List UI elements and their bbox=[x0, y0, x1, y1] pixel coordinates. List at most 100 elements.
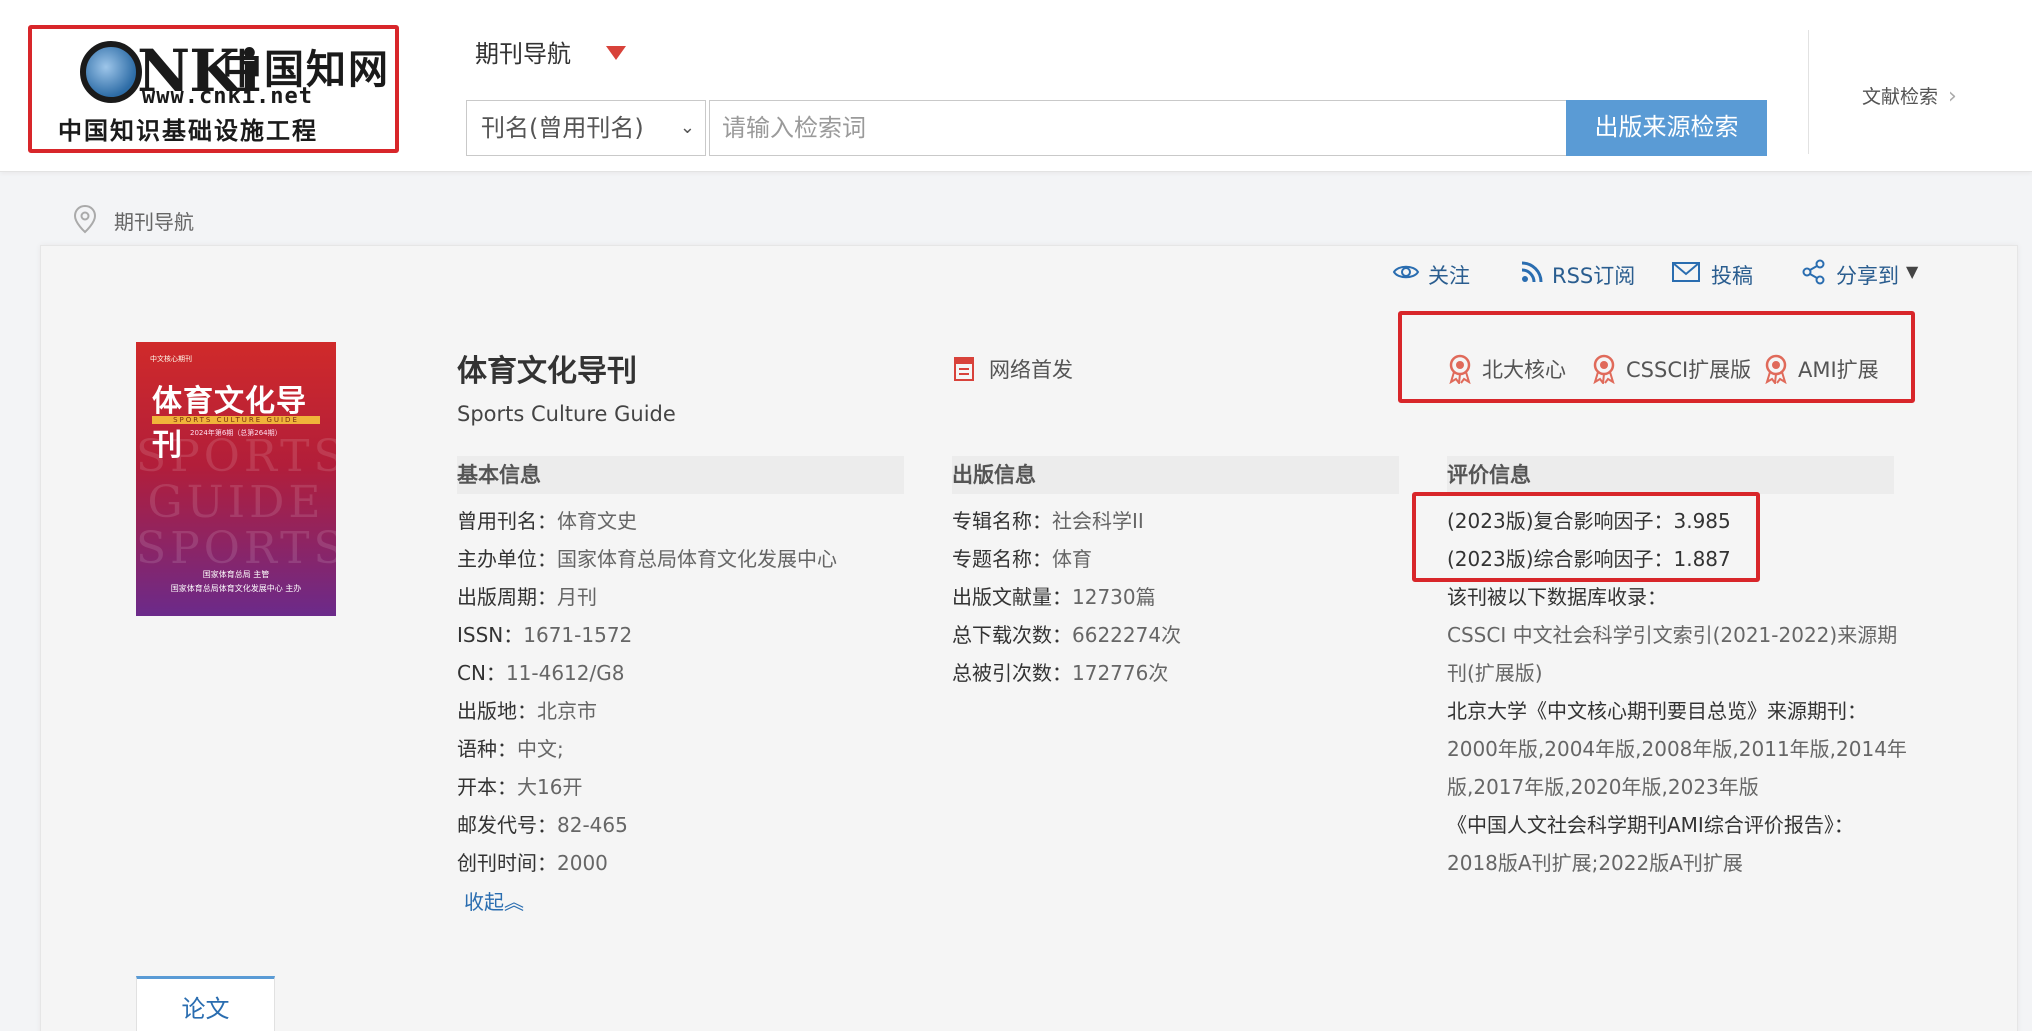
info-row-founded: 创刊时间：2000 bbox=[457, 848, 608, 878]
row-label: 开本： bbox=[457, 775, 517, 799]
follow-button[interactable]: 关注 bbox=[1392, 258, 1502, 288]
cnki-logo[interactable]: CNKi 中国知网 www.cnki.net 中国知识基础设施工程 bbox=[28, 25, 399, 153]
row-value: 82-465 bbox=[557, 813, 628, 837]
badge-label: 北大核心 bbox=[1482, 358, 1566, 382]
cover-top-text: 中文核心期刊 bbox=[150, 355, 192, 363]
row-value: 北京市 bbox=[537, 699, 597, 723]
cover-watermark-line: GUIDE bbox=[147, 477, 325, 528]
row-value: 6622274次 bbox=[1072, 623, 1182, 647]
cover-watermark-line: SPORTS bbox=[136, 523, 336, 574]
cover-watermark-text: SPORTS GUIDE SPORTS bbox=[136, 434, 336, 572]
location-pin-icon bbox=[73, 204, 97, 234]
rss-subscribe-button[interactable]: RSS订阅 bbox=[1518, 258, 1638, 288]
literature-search-label: 文献检索 bbox=[1862, 86, 1939, 108]
literature-search-link[interactable]: 文献检索 › bbox=[1862, 82, 1957, 109]
info-row-frequency: 出版周期：月刊 bbox=[457, 582, 597, 612]
share-label: 分享到 bbox=[1836, 264, 1899, 288]
publish-info-heading: 出版信息 bbox=[952, 456, 1399, 494]
indexed-db-line: 2000年版,2004年版,2008年版,2011年版,2014年 bbox=[1447, 737, 1907, 761]
info-row-issn: ISSN：1671-1572 bbox=[457, 620, 632, 650]
row-value: 大16开 bbox=[517, 775, 583, 799]
cover-watermark-line: SPORTS bbox=[136, 431, 336, 482]
follow-label: 关注 bbox=[1428, 264, 1470, 288]
journal-nav-title[interactable]: 期刊导航 bbox=[475, 34, 571, 69]
source-search-button[interactable]: 出版来源检索 bbox=[1566, 100, 1767, 156]
badge-label: CSSCI扩展版 bbox=[1626, 358, 1752, 382]
indexed-db-label: 该刊被以下数据库收录： bbox=[1447, 585, 1667, 609]
row-label: 专题名称： bbox=[952, 547, 1052, 571]
eye-icon bbox=[1392, 265, 1420, 279]
row-value: 国家体育总局体育文化发展中心 bbox=[557, 547, 837, 571]
row-value: 11-4612/G8 bbox=[505, 661, 625, 685]
cover-footer-line: 国家体育总局 主管 bbox=[202, 570, 270, 579]
submit-label: 投稿 bbox=[1711, 264, 1753, 288]
row-value: 中文; bbox=[517, 737, 564, 761]
info-row-location: 出版地：北京市 bbox=[457, 696, 597, 726]
cover-bar: SPORTS CULTURE GUIDE bbox=[152, 416, 320, 424]
publish-row-article-count: 出版文献量：12730篇 bbox=[952, 582, 1156, 612]
award-icon bbox=[1593, 354, 1615, 384]
award-icon bbox=[1765, 354, 1787, 384]
publish-row-citations: 总被引次数：172776次 bbox=[952, 658, 1168, 688]
badge-label: AMI扩展 bbox=[1798, 358, 1879, 382]
composite-impact-factor: (2023版)复合影响因子：3.985 bbox=[1447, 509, 1731, 533]
row-value: 体育文史 bbox=[557, 509, 637, 533]
breadcrumb-item[interactable]: 期刊导航 bbox=[114, 206, 194, 235]
row-label: 总被引次数： bbox=[952, 661, 1072, 685]
submit-manuscript-button[interactable]: 投稿 bbox=[1671, 258, 1771, 288]
site-header: CNKi 中国知网 www.cnki.net 中国知识基础设施工程 期刊导航 刊… bbox=[0, 0, 2032, 172]
publish-row-series: 专辑名称：社会科学II bbox=[952, 506, 1144, 536]
online-first-label: 网络首发 bbox=[989, 358, 1073, 382]
row-label: 专辑名称： bbox=[952, 509, 1052, 533]
row-value: 体育 bbox=[1052, 547, 1092, 571]
search-field-select[interactable]: 刊名(曾用刊名) ⌄ bbox=[466, 100, 706, 156]
indexed-db-line: CSSCI 中文社会科学引文索引(2021-2022)来源期 bbox=[1447, 623, 1898, 647]
row-label: ISSN： bbox=[457, 623, 524, 647]
journal-cover-image: 中文核心期刊 体育文化导刊 SPORTS CULTURE GUIDE 2024年… bbox=[136, 342, 336, 616]
row-label: 出版文献量： bbox=[952, 585, 1072, 609]
document-icon bbox=[954, 357, 974, 381]
indexed-db-line: 北京大学《中文核心期刊要目总览》来源期刊： bbox=[1447, 699, 1867, 723]
info-row-former-name: 曾用刊名：体育文史 bbox=[457, 506, 637, 536]
info-row-format: 开本：大16开 bbox=[457, 772, 582, 802]
cover-footer: 国家体育总局 主管 国家体育总局体育文化发展中心 主办 bbox=[136, 568, 336, 596]
indexed-db-line: 刊(扩展版) bbox=[1447, 661, 1543, 685]
row-value: 1671-1572 bbox=[523, 623, 633, 647]
award-icon bbox=[1449, 354, 1471, 384]
search-input[interactable] bbox=[709, 100, 1566, 156]
share-icon bbox=[1802, 259, 1825, 285]
row-value: 172776次 bbox=[1072, 661, 1169, 685]
row-label: 总下载次数： bbox=[952, 623, 1072, 647]
collapse-link[interactable]: 收起︽ bbox=[464, 886, 524, 915]
caret-down-icon: ▼ bbox=[1906, 262, 1919, 281]
search-field-select-value: 刊名(曾用刊名) bbox=[481, 114, 644, 142]
row-label: 邮发代号： bbox=[457, 813, 557, 837]
tab-papers[interactable]: 论文 bbox=[136, 976, 275, 1031]
basic-info-heading: 基本信息 bbox=[457, 456, 904, 494]
rss-label: RSS订阅 bbox=[1552, 264, 1636, 288]
rss-icon bbox=[1521, 261, 1543, 283]
comprehensive-impact-factor: (2023版)综合影响因子：1.887 bbox=[1447, 547, 1731, 571]
cover-footer-line: 国家体育总局体育文化发展中心 主办 bbox=[170, 584, 302, 593]
row-label: 语种： bbox=[457, 737, 517, 761]
row-value: 2000 bbox=[557, 851, 608, 875]
row-label: 出版地： bbox=[457, 699, 537, 723]
row-value: 12730篇 bbox=[1072, 585, 1156, 609]
row-label: 曾用刊名： bbox=[457, 509, 557, 533]
publish-row-topic: 专题名称：体育 bbox=[952, 544, 1092, 574]
mail-icon bbox=[1672, 262, 1700, 282]
logo-subtitle: 中国知识基础设施工程 bbox=[58, 117, 318, 145]
journal-english-title: Sports Culture Guide bbox=[457, 402, 676, 426]
indexed-db-line: 2018版A刊扩展;2022版A刊扩展 bbox=[1447, 851, 1743, 875]
chevron-down-icon: ⌄ bbox=[679, 117, 695, 138]
row-label: CN： bbox=[457, 661, 506, 685]
info-row-postal-code: 邮发代号：82-465 bbox=[457, 810, 628, 840]
row-label: 出版周期： bbox=[457, 585, 557, 609]
publish-row-downloads: 总下载次数：6622274次 bbox=[952, 620, 1181, 650]
caret-down-icon[interactable] bbox=[606, 46, 626, 60]
share-button[interactable]: 分享到 ▼ bbox=[1800, 258, 1930, 288]
indexed-db-line: 版,2017年版,2020年版,2023年版 bbox=[1447, 775, 1759, 799]
row-value: 社会科学II bbox=[1052, 509, 1144, 533]
info-row-sponsor: 主办单位：国家体育总局体育文化发展中心 bbox=[457, 544, 837, 574]
logo-url: www.cnki.net bbox=[142, 84, 313, 109]
